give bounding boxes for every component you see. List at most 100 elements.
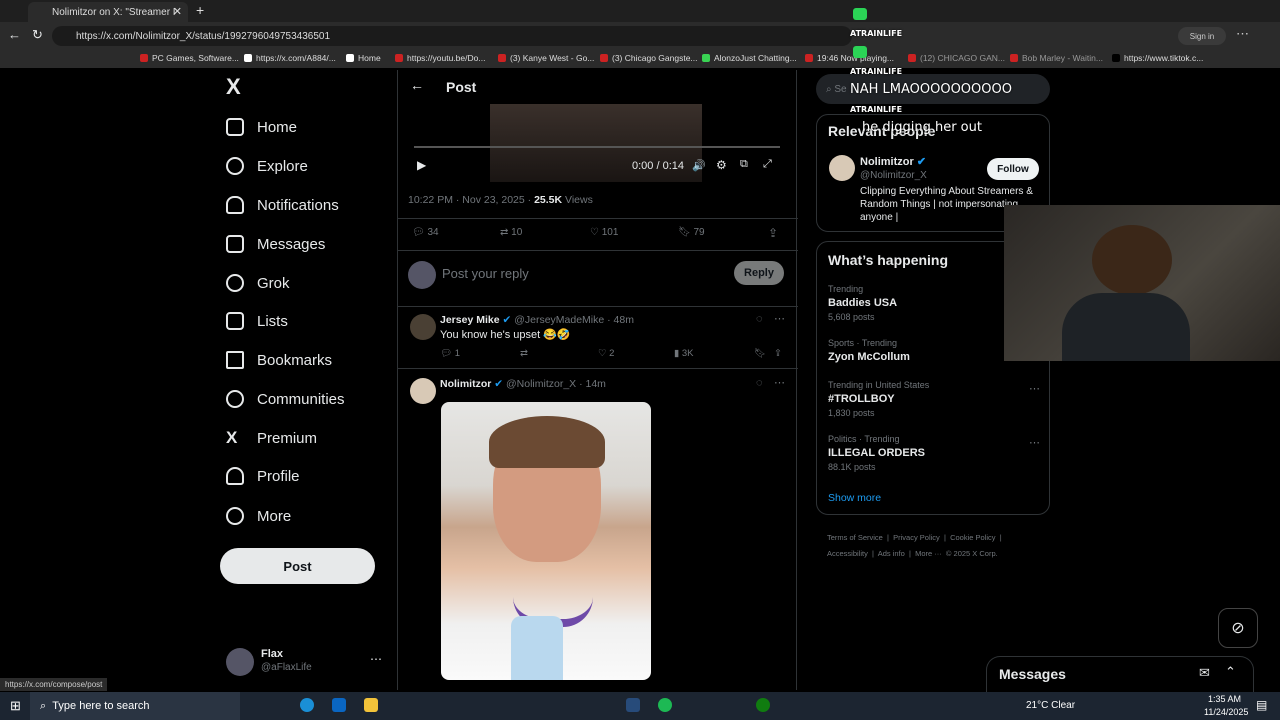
verified-icon: ✔	[916, 156, 927, 168]
nav-profile[interactable]: Profile	[226, 462, 300, 490]
views-stat[interactable]: ▮ 3K	[674, 348, 694, 359]
windows-start-icon[interactable]: ⊞	[10, 698, 21, 714]
post-button[interactable]: Post	[220, 548, 375, 584]
reply-post[interactable]: Jersey Mike ✔ @JerseyMadeMike · 48m ◌ ⋯ …	[398, 307, 798, 367]
trend-item[interactable]: Trending in United States #TROLLBOY 1,83…	[828, 380, 1040, 420]
url-field[interactable]: https://x.com/Nolimitzor_X/status/199279…	[52, 26, 852, 46]
show-more-link[interactable]: Show more	[828, 492, 881, 504]
bookmark-item[interactable]: (12) CHICAGO GAN...	[908, 53, 1005, 63]
reply-count: 34	[427, 227, 439, 238]
spotify-icon[interactable]	[658, 698, 672, 712]
footer-line[interactable]: Terms of Service | Privacy Policy | Cook…	[827, 530, 1057, 546]
account-switcher[interactable]: Flax @aFlaxLife ⋯	[226, 646, 386, 682]
share-icon[interactable]: ⇪	[768, 226, 778, 240]
weather-text[interactable]: 21°C Clear	[1026, 700, 1075, 711]
back-arrow-icon[interactable]: ←	[410, 77, 424, 93]
signin-button[interactable]: Sign in	[1178, 27, 1226, 45]
grok-icon[interactable]: ◌	[756, 313, 763, 325]
new-tab-icon[interactable]: +	[196, 2, 204, 18]
chevron-up-icon[interactable]: ⌃	[1225, 664, 1236, 680]
bookmark-label: https://youtu.be/Do...	[407, 53, 486, 63]
file-explorer-icon[interactable]	[364, 698, 378, 712]
store-icon[interactable]	[332, 698, 346, 712]
like-stat[interactable]: ♡ 101	[590, 227, 618, 238]
bookmark-label: PC Games, Software...	[152, 53, 239, 63]
list-icon	[226, 312, 244, 330]
video-progress-bar[interactable]	[414, 146, 780, 148]
edge-icon[interactable]	[300, 698, 314, 712]
settings-gear-icon[interactable]: ⚙	[716, 158, 727, 172]
more-dots-icon[interactable]: ⋯	[774, 312, 785, 325]
nav-home[interactable]: Home	[226, 113, 297, 141]
nav-grok[interactable]: Grok	[226, 269, 290, 297]
bookmark-icon[interactable]: 🔖︎	[754, 348, 766, 359]
taskbar-search[interactable]: ⌕ Type here to search	[30, 692, 240, 720]
like-stat[interactable]: ♡ 2	[598, 348, 614, 359]
nav-lists[interactable]: Lists	[226, 307, 288, 335]
bookmark-item[interactable]: Bob Marley - Waitin...	[1010, 53, 1103, 63]
bookmark-item[interactable]: AlonzoJust Chatting...	[702, 53, 797, 63]
more-dots-icon[interactable]: ⋯	[1029, 436, 1040, 449]
nav-messages[interactable]: Messages	[226, 230, 325, 258]
nav-label: Premium	[257, 429, 318, 447]
bookmark-label: (3) Kanye West - Go...	[510, 53, 595, 63]
miniplayer-icon[interactable]: ⧉	[740, 158, 748, 171]
footer-line[interactable]: Accessibility | Ads info | More ··· © 20…	[827, 546, 1057, 562]
nav-label: More	[257, 507, 292, 525]
x-logo-icon[interactable]: X	[226, 74, 241, 100]
menu-icon[interactable]: ⋯	[1236, 26, 1249, 42]
trend-count: 88.1K posts	[828, 462, 876, 472]
time-text[interactable]: 1:35 AM	[1208, 694, 1241, 704]
person-name-line[interactable]: Nolimitzor ✔	[860, 155, 926, 168]
repost-icon[interactable]: ⇄	[520, 348, 528, 359]
avatar[interactable]	[829, 155, 855, 181]
new-message-icon[interactable]: ✉	[1199, 665, 1210, 681]
bookmark-item[interactable]: https://www.tiktok.c...	[1112, 53, 1203, 63]
reply-button[interactable]: Reply	[734, 261, 784, 285]
nav-premium[interactable]: X Premium	[226, 424, 317, 452]
reply-post[interactable]: Nolimitzor ✔ @Nolimitzor_X · 14m ◌ ⋯	[398, 370, 798, 690]
nav-more[interactable]: More	[226, 502, 291, 530]
bookmark-item[interactable]: (3) Kanye West - Go...	[498, 53, 594, 63]
reply-input[interactable]: Post your reply	[442, 266, 529, 281]
nav-bookmarks[interactable]: Bookmarks	[226, 346, 332, 374]
author-name[interactable]: Jersey Mike	[440, 314, 500, 326]
post-timestamp: 10:22 PM · Nov 23, 2025 · 25.5K Views	[408, 194, 593, 206]
grok-float-button[interactable]: ⊘	[1218, 608, 1258, 648]
video-player[interactable]: ▶ 0:00 / 0:14 🔊 ⚙ ⧉ ⤢	[408, 104, 786, 182]
play-icon[interactable]: ▶	[417, 158, 426, 172]
close-tab-icon[interactable]: ✕	[173, 5, 182, 18]
volume-icon[interactable]: 🔊	[692, 159, 706, 172]
trend-item[interactable]: Politics · Trending ILLEGAL ORDERS 88.1K…	[828, 434, 1040, 474]
nav-explore[interactable]: Explore	[226, 152, 308, 180]
nav-notifications[interactable]: Notifications	[226, 191, 339, 219]
steam-icon[interactable]	[626, 698, 640, 712]
more-dots-icon[interactable]: ⋯	[370, 652, 382, 666]
xbox-icon[interactable]	[756, 698, 770, 712]
fullscreen-icon[interactable]: ⤢	[763, 158, 772, 171]
bookmark-item[interactable]: https://youtu.be/Do...	[395, 53, 485, 63]
back-icon[interactable]: ←	[8, 27, 21, 42]
grok-icon[interactable]: ◌	[756, 377, 763, 389]
browser-tab[interactable]: Nolimitzor on X: "Streamer I ✕	[28, 2, 188, 22]
follow-button[interactable]: Follow	[987, 158, 1039, 180]
bookmark-item[interactable]: Home	[346, 53, 381, 63]
bookmark-item[interactable]: (3) Chicago Gangste...	[600, 53, 698, 63]
more-dots-icon[interactable]: ⋯	[774, 376, 785, 389]
author-name[interactable]: Nolimitzor	[440, 378, 491, 390]
date-text[interactable]: 11/24/2025	[1204, 707, 1248, 717]
bookmark-stat[interactable]: 🔖︎ 79	[678, 227, 705, 238]
reply-stat[interactable]: 💬︎ 34	[412, 227, 439, 238]
messages-drawer[interactable]: Messages ✉ ⌃	[986, 656, 1254, 692]
more-dots-icon[interactable]: ⋯	[1029, 382, 1040, 395]
bookmark-item[interactable]: 19:46 Now playing...	[805, 53, 894, 63]
bookmark-item[interactable]: https://x.com/A884/...	[244, 53, 336, 63]
nav-communities[interactable]: Communities	[226, 385, 345, 413]
share-icon[interactable]: ⇪	[774, 348, 782, 359]
refresh-icon[interactable]: ↻	[32, 27, 43, 43]
reply-media-image[interactable]	[441, 402, 651, 680]
reply-stat[interactable]: 💬︎ 1	[440, 348, 460, 359]
notification-icon[interactable]: ▤	[1256, 698, 1267, 712]
bookmark-item[interactable]: PC Games, Software...	[140, 53, 239, 63]
repost-stat[interactable]: ⇄ 10	[500, 227, 522, 238]
